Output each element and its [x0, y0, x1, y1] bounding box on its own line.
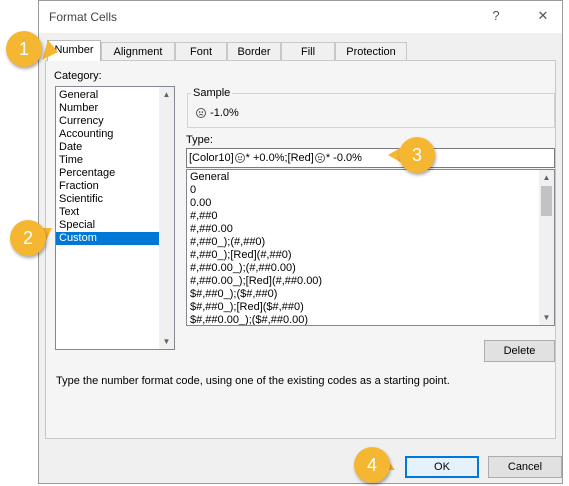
callout-pointers	[38, 40, 405, 470]
callout-badge-4: 4	[354, 447, 390, 483]
callout-badge-3: 3	[399, 137, 435, 173]
callout-pointer-1	[42, 40, 58, 60]
callout-badge-1: 1	[6, 31, 42, 67]
callout-badge-2: 2	[10, 220, 46, 256]
